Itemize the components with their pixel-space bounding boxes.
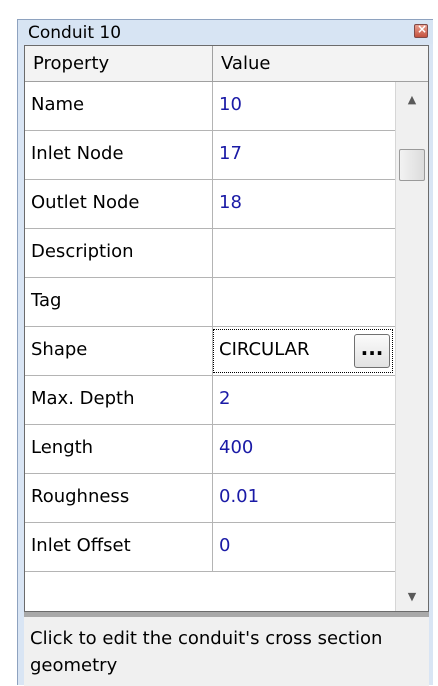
- property-label: Roughness: [25, 474, 213, 522]
- property-value[interactable]: [213, 278, 395, 326]
- property-label: Inlet Offset: [25, 523, 213, 571]
- header-value[interactable]: Value: [213, 46, 428, 81]
- shape-editor-field[interactable]: CIRCULAR ...: [213, 329, 393, 373]
- property-label: Inlet Node: [25, 131, 213, 179]
- title-bar[interactable]: Conduit 10 ×: [18, 20, 433, 44]
- row-length[interactable]: Length 400: [25, 425, 395, 474]
- row-shape[interactable]: Shape CIRCULAR ...: [25, 327, 395, 376]
- scroll-thumb[interactable]: [399, 149, 425, 181]
- shape-ellipsis-button[interactable]: ...: [354, 334, 390, 368]
- property-label: Shape: [25, 327, 213, 375]
- close-button[interactable]: ×: [414, 22, 428, 38]
- property-label: Description: [25, 229, 213, 277]
- header-property[interactable]: Property: [25, 46, 213, 81]
- grid-rows: Name 10 Inlet Node 17 Outlet Node 18 Des…: [25, 82, 395, 572]
- property-label: Name: [25, 82, 213, 130]
- close-icon: ×: [416, 22, 428, 36]
- property-value[interactable]: 18: [213, 180, 395, 228]
- property-label: Outlet Node: [25, 180, 213, 228]
- scroll-up-arrow-icon[interactable]: ▲: [396, 88, 428, 112]
- row-name[interactable]: Name 10: [25, 82, 395, 131]
- row-tag[interactable]: Tag: [25, 278, 395, 327]
- description-panel: Click to edit the conduit's cross sectio…: [24, 617, 429, 686]
- property-label: Tag: [25, 278, 213, 326]
- row-outlet-node[interactable]: Outlet Node 18: [25, 180, 395, 229]
- window-title: Conduit 10: [28, 23, 122, 43]
- property-value[interactable]: 10: [213, 82, 395, 130]
- row-max-depth[interactable]: Max. Depth 2: [25, 376, 395, 425]
- row-inlet-offset[interactable]: Inlet Offset 0: [25, 523, 395, 572]
- shape-value: CIRCULAR: [219, 339, 310, 360]
- property-label: Max. Depth: [25, 376, 213, 424]
- property-label: Length: [25, 425, 213, 473]
- property-value[interactable]: 0: [213, 523, 395, 571]
- row-description[interactable]: Description: [25, 229, 395, 278]
- property-editor-window: Conduit 10 × Property Value Name 10 Inle…: [17, 19, 433, 686]
- property-value[interactable]: 0.01: [213, 474, 395, 522]
- property-value[interactable]: 17: [213, 131, 395, 179]
- property-value[interactable]: 2: [213, 376, 395, 424]
- row-inlet-node[interactable]: Inlet Node 17: [25, 131, 395, 180]
- vertical-scrollbar[interactable]: ▲ ▼: [395, 82, 428, 611]
- grid-header: Property Value: [25, 46, 428, 82]
- property-value[interactable]: 400: [213, 425, 395, 473]
- property-grid: Property Value Name 10 Inlet Node 17 Out…: [24, 45, 429, 612]
- row-roughness[interactable]: Roughness 0.01: [25, 474, 395, 523]
- scroll-down-arrow-icon[interactable]: ▼: [396, 585, 428, 609]
- property-value[interactable]: [213, 229, 395, 277]
